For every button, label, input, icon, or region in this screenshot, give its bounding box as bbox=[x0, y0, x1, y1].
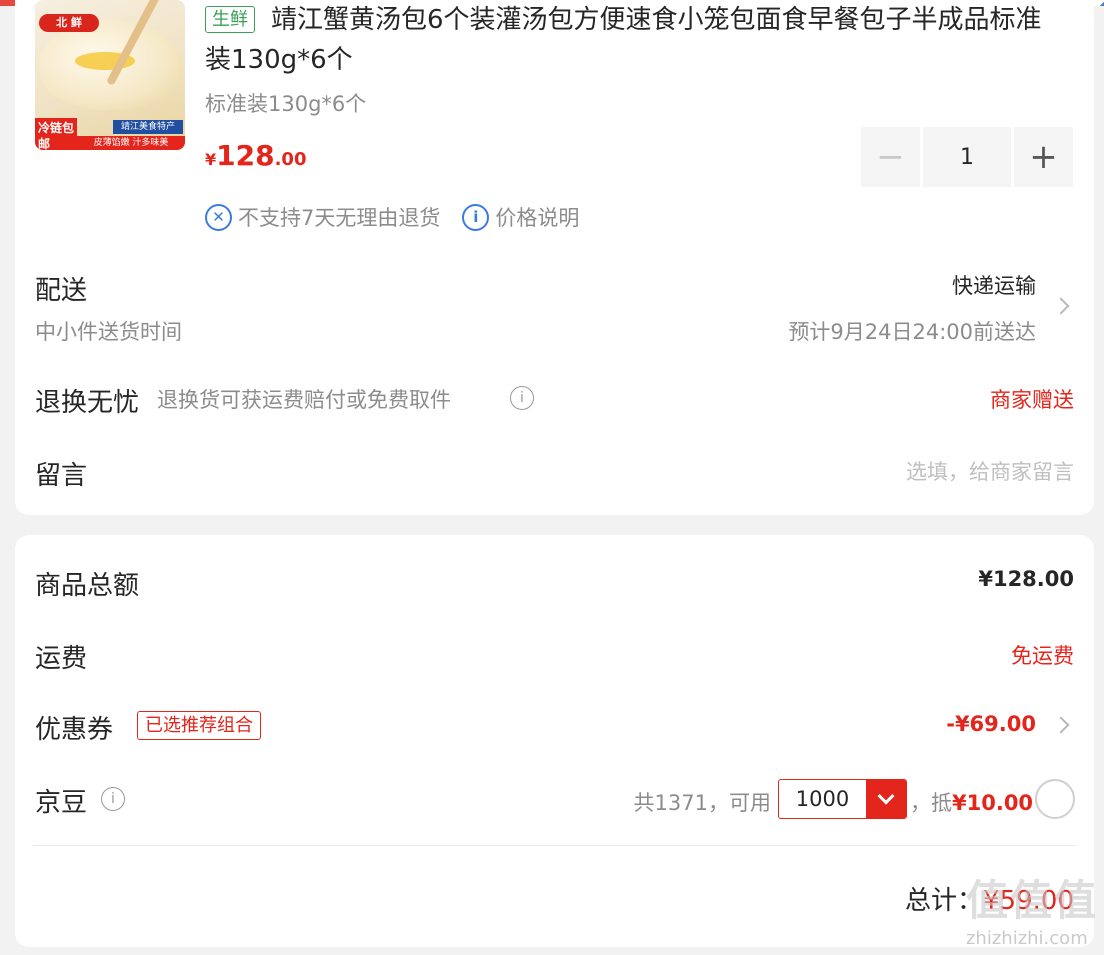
jingdou-deduct-value: ¥10.00 bbox=[952, 791, 1034, 815]
goods-total-label: 商品总额 bbox=[35, 571, 140, 601]
jingdou-total: 共1371，可用 bbox=[633, 791, 771, 815]
jingdou-radio[interactable] bbox=[1035, 779, 1075, 819]
shipping-label: 运费 bbox=[35, 644, 88, 674]
delivery-method[interactable]: 快递运输 bbox=[952, 270, 1036, 300]
delivery-sub: 中小件送货时间 bbox=[35, 320, 182, 344]
price-decimal: .00 bbox=[274, 149, 307, 170]
return-value: 商家赠送 bbox=[990, 388, 1074, 412]
product-spec: 标准装130g*6个 bbox=[205, 92, 367, 116]
coupon-badge: 已选推荐组合 bbox=[137, 711, 261, 740]
site-watermark: 值值值 zhizhizhi.com bbox=[966, 867, 1098, 949]
jingdou-select[interactable]: 1000 bbox=[778, 779, 907, 819]
fresh-tag: 生鲜 bbox=[205, 6, 255, 33]
slogan-badge: 皮薄馅嫩 汁多味美 bbox=[77, 136, 185, 150]
quantity-value[interactable]: 1 bbox=[923, 127, 1011, 187]
product-title[interactable]: 靖江蟹黄汤包6个装灌汤包方便速食小笼包面食早餐包子半成品标准装130g*6个 bbox=[205, 0, 1055, 80]
no-return-text: 不支持7天无理由退货 bbox=[238, 206, 441, 230]
return-info-icon[interactable]: i bbox=[510, 386, 534, 410]
quantity-stepper: − 1 + bbox=[861, 127, 1075, 187]
coupon-chevron-icon[interactable] bbox=[1052, 716, 1070, 734]
delivery-label: 配送 bbox=[35, 276, 88, 306]
order-item-card: 北 鲜 冷链包邮 靖江美食特产 皮薄馅嫩 汁多味美 靖江蟹黄汤包6个装灌汤包方便… bbox=[15, 0, 1094, 515]
goods-total-value: ¥128.00 bbox=[978, 567, 1074, 591]
chevron-down-icon[interactable] bbox=[866, 780, 906, 818]
brand-logo: 北 鲜 bbox=[39, 14, 99, 32]
watermark-logo: 值值值 bbox=[965, 876, 1098, 925]
jingdou-selected-value[interactable]: 1000 bbox=[779, 780, 866, 818]
delivery-eta: 预计9月24日24:00前送达 bbox=[788, 320, 1036, 344]
jingdou-deduct-prefix: ，抵 bbox=[910, 791, 952, 815]
jingdou-deduct: ，抵¥10.00 bbox=[910, 787, 1033, 817]
product-image[interactable]: 北 鲜 冷链包邮 靖江美食特产 皮薄馅嫩 汁多味美 bbox=[35, 0, 185, 150]
return-desc: 退换货可获运费赔付或免费取件 bbox=[157, 388, 451, 412]
policy-row: ✕ 不支持7天无理由退货 i 价格说明 bbox=[205, 202, 579, 232]
message-label: 留言 bbox=[35, 461, 88, 491]
price-integer: 128 bbox=[216, 139, 275, 172]
watermark-domain: zhizhizhi.com bbox=[965, 928, 1088, 949]
jingdou-info-icon[interactable]: i bbox=[101, 787, 125, 811]
decrease-button[interactable]: − bbox=[861, 127, 920, 187]
increase-button[interactable]: + bbox=[1014, 127, 1073, 187]
return-label: 退换无忧 bbox=[35, 388, 140, 418]
delivery-chevron-icon[interactable] bbox=[1052, 297, 1070, 315]
info-circle-icon[interactable]: i bbox=[462, 203, 490, 231]
shipping-value: 免运费 bbox=[1011, 644, 1074, 668]
coupon-value[interactable]: -¥69.00 bbox=[946, 712, 1036, 736]
jingdou-label: 京豆 bbox=[35, 788, 88, 818]
summary-divider bbox=[33, 845, 1076, 846]
price-summary-card: 商品总额 ¥128.00 运费 免运费 优惠券 已选推荐组合 -¥69.00 京… bbox=[15, 535, 1094, 947]
coupon-label: 优惠券 bbox=[35, 715, 114, 745]
cold-chain-badge: 冷链包邮 bbox=[35, 118, 77, 150]
product-price: ¥128.00 bbox=[205, 139, 306, 172]
message-input[interactable]: 选填，给商家留言 bbox=[906, 456, 1074, 486]
no-return-icon: ✕ bbox=[205, 203, 232, 231]
origin-badge: 靖江美食特产 bbox=[113, 120, 183, 134]
price-explain-link[interactable]: 价格说明 bbox=[495, 202, 579, 232]
price-currency: ¥ bbox=[205, 150, 217, 169]
